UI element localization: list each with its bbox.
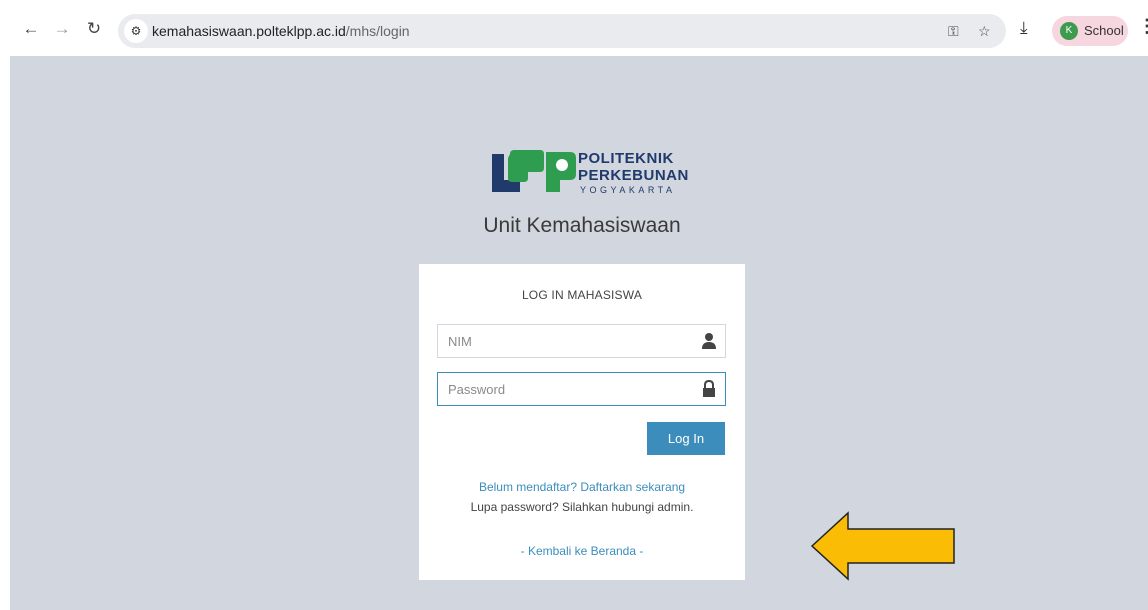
reload-icon[interactable]: ↻: [83, 18, 105, 40]
forward-arrow-icon[interactable]: →: [51, 18, 73, 40]
password-input[interactable]: [438, 373, 698, 405]
bookmark-star-icon[interactable]: ☆: [978, 23, 991, 40]
login-button[interactable]: Log In: [647, 422, 725, 455]
url-text[interactable]: kemahasiswaan.polteklpp.ac.id/mhs/login: [152, 23, 410, 39]
register-link[interactable]: Belum mendaftar? Daftarkan sekarang: [479, 480, 685, 494]
profile-label: School: [1084, 23, 1124, 38]
login-card: LOG IN MAHASISWA Log In Belum mendaftar?…: [419, 264, 745, 580]
browser-toolbar: ← → ↻ ⚙ kemahasiswaan.polteklpp.ac.id/mh…: [0, 0, 1148, 56]
back-to-home-link[interactable]: - Kembali ke Beranda -: [521, 544, 644, 558]
password-field: [437, 372, 726, 406]
institution-logo: POLITEKNIK PERKEBUNAN YOGYAKARTA: [490, 146, 690, 206]
nim-input[interactable]: [438, 325, 698, 357]
address-bar[interactable]: ⚙ kemahasiswaan.polteklpp.ac.id/mhs/logi…: [118, 14, 1006, 48]
lock-icon: [703, 380, 715, 397]
forgot-password-text: Lupa password? Silahkan hubungi admin.: [470, 500, 694, 514]
page-viewport: POLITEKNIK PERKEBUNAN YOGYAKARTA Unit Ke…: [10, 56, 1148, 610]
more-menu-icon[interactable]: ⋮: [1138, 16, 1148, 37]
nim-field: [437, 324, 726, 358]
password-key-icon[interactable]: ⚿: [948, 23, 959, 40]
logo-text-line1: POLITEKNIK: [578, 150, 674, 167]
left-arrow-icon: [810, 511, 955, 581]
register-link-row: Belum mendaftar? Daftarkan sekarang: [419, 480, 745, 494]
back-link-row: - Kembali ke Beranda -: [419, 544, 745, 558]
site-info-icon[interactable]: ⚙: [124, 19, 148, 43]
logo-text-line3: YOGYAKARTA: [580, 185, 676, 195]
logo-text-line2: PERKEBUNAN: [578, 167, 689, 184]
page-title: Unit Kemahasiswaan: [483, 214, 681, 237]
user-icon: [702, 333, 716, 349]
back-arrow-icon[interactable]: ←: [20, 18, 42, 40]
profile-button[interactable]: K School: [1052, 16, 1128, 46]
avatar: K: [1060, 22, 1078, 40]
download-icon[interactable]: ⤓: [1020, 18, 1028, 38]
logo-mark-icon: [492, 150, 576, 192]
login-title: LOG IN MAHASISWA: [521, 288, 643, 302]
